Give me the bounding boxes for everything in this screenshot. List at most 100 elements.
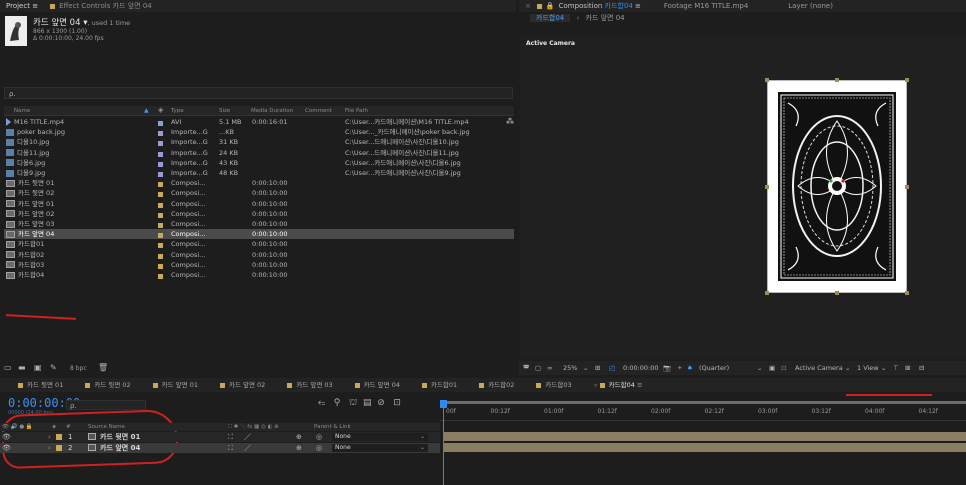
project-item-row[interactable]: 카드합04 Composi... 0:00:10:00 xyxy=(4,270,514,280)
trash-icon[interactable]: 🗑 xyxy=(98,363,108,372)
tab-footage[interactable]: Footage M16 TITLE.mp4 xyxy=(664,2,748,10)
close-icon[interactable]: × xyxy=(519,0,537,12)
layer-bar-1[interactable] xyxy=(444,432,966,441)
3d-glasses-icon[interactable]: ∞ xyxy=(547,361,552,375)
comp-flowchart-icon[interactable]: ⥳ xyxy=(318,398,325,408)
label-swatch[interactable] xyxy=(158,274,163,279)
label-swatch[interactable] xyxy=(158,253,163,259)
layer-source-name[interactable]: 카드 뒷면 01 xyxy=(100,432,140,442)
transform-handle[interactable] xyxy=(765,184,769,189)
project-item-row[interactable]: 디올10.jpg Importe...G 31 KB C:\User...드애니메이션… xyxy=(4,137,514,147)
col-size[interactable]: Size xyxy=(219,107,230,115)
transform-handle[interactable] xyxy=(765,78,769,82)
label-swatch[interactable] xyxy=(158,192,163,198)
show-channel-icon[interactable]: ✦ xyxy=(677,361,682,375)
frame-blending-icon[interactable]: ▤ xyxy=(363,398,372,408)
label-swatch[interactable] xyxy=(158,212,163,218)
work-area-bar[interactable] xyxy=(443,401,966,404)
label-swatch[interactable] xyxy=(158,223,163,228)
quality-icon[interactable]: ／ xyxy=(244,432,251,442)
transform-handle[interactable] xyxy=(835,291,839,295)
project-item-row[interactable]: poker back.jpg Importe...G ...KB C:\User...… xyxy=(4,127,514,137)
new-folder-icon[interactable]: ▬ xyxy=(18,363,26,372)
timeline-tab[interactable]: 카드 뒷면 02 xyxy=(77,378,138,392)
expand-arrow-icon[interactable]: › xyxy=(48,443,51,453)
chevron-down-icon[interactable]: ⌄ xyxy=(757,361,762,375)
pickwhip-icon[interactable]: ◎ xyxy=(316,443,322,453)
col-source-name[interactable]: Source Name xyxy=(88,423,125,431)
label-swatch[interactable] xyxy=(158,263,163,269)
panel-menu-icon[interactable]: ≡ xyxy=(637,381,642,389)
quality-icon[interactable]: ／ xyxy=(244,443,251,453)
layer-source-name[interactable]: 카드 앞면 04 xyxy=(100,443,140,453)
col-type[interactable]: Type xyxy=(171,107,184,115)
col-comment[interactable]: Comment xyxy=(305,107,332,115)
card-artwork[interactable] xyxy=(767,80,907,293)
subtab-active-comp[interactable]: 카드합04 xyxy=(530,14,571,22)
graph-editor-icon[interactable]: ⊡ xyxy=(393,398,401,408)
col-name[interactable]: Name xyxy=(14,107,30,115)
label-swatch[interactable] xyxy=(158,131,163,137)
chevron-down-icon[interactable]: ⌄ xyxy=(420,432,425,442)
3d-layer-icon[interactable]: ⊕ xyxy=(296,432,302,442)
zoom-dropdown[interactable]: 25% xyxy=(563,361,577,375)
view-layout-dropdown[interactable]: 1 View xyxy=(857,361,879,375)
chevron-down-icon[interactable]: ⌄ xyxy=(583,361,588,375)
timeline-link-icon[interactable]: ⊟ xyxy=(919,361,924,375)
tab-layer[interactable]: Layer (none) xyxy=(788,2,833,10)
project-item-row[interactable]: 카드 앞면 04 Composi... 0:00:10:00 xyxy=(4,229,514,240)
chevron-down-icon[interactable]: ⌄ xyxy=(881,361,886,375)
camera-view-icon[interactable]: ⊡ xyxy=(781,361,786,375)
pickwhip-icon[interactable]: ◎ xyxy=(316,432,322,442)
timeline-tab[interactable]: 카드 앞면 02 xyxy=(212,378,273,392)
timeline-tab[interactable]: 카드합01 xyxy=(414,378,465,392)
layer-label-swatch[interactable] xyxy=(56,434,62,440)
transform-handle[interactable] xyxy=(765,291,769,295)
eye-icon[interactable]: 👁 xyxy=(2,432,11,442)
motion-blur-icon[interactable]: ⊘ xyxy=(377,398,385,408)
title-safe-icon[interactable]: ◰ xyxy=(609,361,615,375)
color-management-icon[interactable]: ♠ xyxy=(687,361,693,375)
interpret-footage-icon[interactable]: ▭ xyxy=(4,363,12,372)
always-preview-icon[interactable]: ◚ xyxy=(523,361,529,375)
transform-handle[interactable] xyxy=(905,78,909,82)
tab-effect-controls[interactable]: Effect Controls 카드 앞면 04 xyxy=(44,0,158,12)
collapse-transform-icon[interactable]: ⛶ xyxy=(228,432,233,442)
draft-3d-icon[interactable]: ⚲ xyxy=(334,398,341,408)
label-swatch[interactable] xyxy=(158,172,163,177)
camera-dropdown[interactable]: Active Camera xyxy=(795,361,843,375)
resolution-dropdown[interactable]: (Quarter) xyxy=(699,361,729,375)
project-item-row[interactable]: 카드합02 Composi... 0:00:10:00 xyxy=(4,250,514,260)
pen-icon[interactable]: ✎ xyxy=(50,363,57,372)
timeline-search-input[interactable]: ρ. xyxy=(66,400,146,410)
panel-menu-icon[interactable]: ≡ xyxy=(32,2,38,10)
timeline-tab[interactable]: 카드 앞면 01 xyxy=(145,378,206,392)
chevron-down-icon[interactable]: ⌄ xyxy=(420,443,425,453)
label-column-icon[interactable]: ◈ xyxy=(158,106,163,114)
layer-row[interactable]: 👁 › 1 카드 뒷면 01 ⛶ ／ ⊕ ◎ None ⌄ xyxy=(0,432,440,442)
sort-ascending-icon[interactable]: ▲ xyxy=(144,107,149,114)
label-swatch[interactable] xyxy=(158,141,163,147)
project-search-input[interactable]: ρ. xyxy=(4,87,513,99)
timeline-tab[interactable]: 카드합02 xyxy=(471,378,522,392)
label-swatch[interactable] xyxy=(158,161,163,167)
tab-composition[interactable]: Composition 카드합04 ≡ xyxy=(555,1,641,11)
timeline-tab[interactable]: 카드 앞면 03 xyxy=(279,378,340,392)
project-item-row[interactable]: 카드 앞면 03 Composi... 0:00:10:00 xyxy=(4,219,514,229)
pixel-aspect-icon[interactable]: ⊤ xyxy=(893,361,899,375)
shy-icon[interactable]: ⛫ xyxy=(349,398,357,408)
playhead-handle[interactable] xyxy=(440,400,447,408)
transform-handle[interactable] xyxy=(905,184,909,189)
item-name[interactable]: 카드 앞면 04 ▾ xyxy=(33,18,87,28)
expand-arrow-icon[interactable]: › xyxy=(48,432,51,442)
col-parent-link[interactable]: Parent & Link xyxy=(314,423,351,431)
bit-depth-button[interactable]: 8 bpc xyxy=(70,365,87,372)
label-swatch[interactable] xyxy=(158,243,163,249)
parent-dropdown[interactable]: None xyxy=(332,444,428,452)
fit-icon[interactable]: ⊞ xyxy=(595,361,600,375)
timeline-tab[interactable]: 카드 뒷면 01 xyxy=(10,378,71,392)
project-item-row[interactable]: 디올9.jpg Importe...G 48 KB C:\User...카드애니메이션… xyxy=(4,168,514,178)
collapse-transform-icon[interactable]: ⛶ xyxy=(228,443,233,453)
time-ruler[interactable] xyxy=(440,402,966,421)
layer-bar-2[interactable] xyxy=(444,443,966,452)
